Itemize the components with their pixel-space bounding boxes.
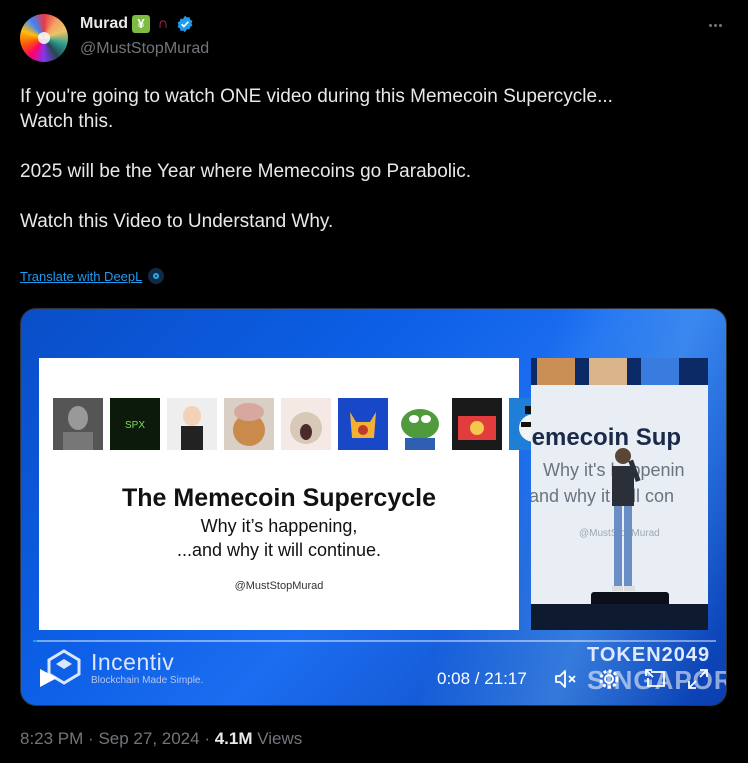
verified-badge-icon[interactable] [176,15,194,33]
anime-girl-meme-image [167,398,217,450]
picture-in-picture-icon[interactable] [643,667,669,691]
slide-handle: @MustStopMurad [234,580,324,592]
tweet-line [20,184,730,209]
popcat-meme-image [281,398,331,450]
tweet-line: If you're going to watch ONE video durin… [20,86,613,107]
user-name-row: Murad ¥ ∩ [80,15,194,33]
dogwifhat-meme-image [224,398,274,450]
speaker-figure [612,448,641,591]
fullscreen-icon[interactable] [685,667,711,691]
translate-row: Translate with DeepL [20,268,165,284]
tweet-line: 2025 will be the Year where Memecoins go… [20,161,471,182]
presentation-slide: SPX The Memecoin Supercycle Why it’s hap… [39,358,559,630]
slide-subtitle: ...and why it will continue. [176,540,382,560]
sponsor-tagline: Blockchain Made Simple. [91,675,204,686]
video-progress-fill [33,640,38,642]
stage-camera-view: lemecoin Sup Why it's happenin and why i… [531,358,708,630]
matrix-meme-image: SPX [110,398,160,450]
cat-meme-image [338,398,388,450]
video-player[interactable]: SPX The Memecoin Supercycle Why it’s hap… [20,308,727,706]
pepe-meme-image [395,398,445,450]
chad-meme-image [53,398,103,450]
tweet-line [20,134,730,159]
sponsor-name: Incentiv [91,649,175,675]
deepl-icon [148,268,165,284]
magnet-emoji-icon: ∩ [157,15,169,32]
views-label: Views [257,729,303,748]
tweet-time[interactable]: 8:23 PM [20,729,83,748]
harrypotter-meme-image [452,398,502,450]
more-options-icon[interactable] [704,14,726,36]
svg-text:SPX: SPX [125,420,145,431]
tweet-line: Watch this Video to Understand Why. [20,211,334,232]
stage-meme-strip [531,358,708,385]
stage-floor [531,604,708,630]
translate-link[interactable]: Translate with DeepL [20,269,142,284]
tweet-line: Watch this. [20,111,114,132]
video-time: 0:08 / 21:17 [437,669,527,688]
chart-increasing-emoji-icon: ¥ [132,15,150,33]
display-name[interactable]: Murad [80,15,128,33]
slide-title: The Memecoin Supercycle [121,484,436,512]
meme-image-row: SPX [53,398,559,450]
avatar[interactable] [20,14,68,62]
video-progress-bar[interactable] [33,640,716,642]
play-icon[interactable] [37,667,59,689]
tweet-date[interactable]: Sep 27, 2024 [98,729,199,748]
event-name: TOKEN2049 [587,644,711,666]
tweet-meta: 8:23 PM · Sep 27, 2024 · 4.1M Views [20,729,302,749]
user-handle[interactable]: @MustStopMurad [80,40,209,58]
view-count: 4.1M [214,729,253,748]
tweet-text: If you're going to watch ONE video durin… [20,84,730,234]
separator: · [88,729,99,748]
slide-subtitle: Why it’s happening, [200,516,358,536]
mute-icon[interactable] [553,667,579,691]
settings-gear-icon[interactable] [596,667,622,691]
separator: · [204,729,215,748]
